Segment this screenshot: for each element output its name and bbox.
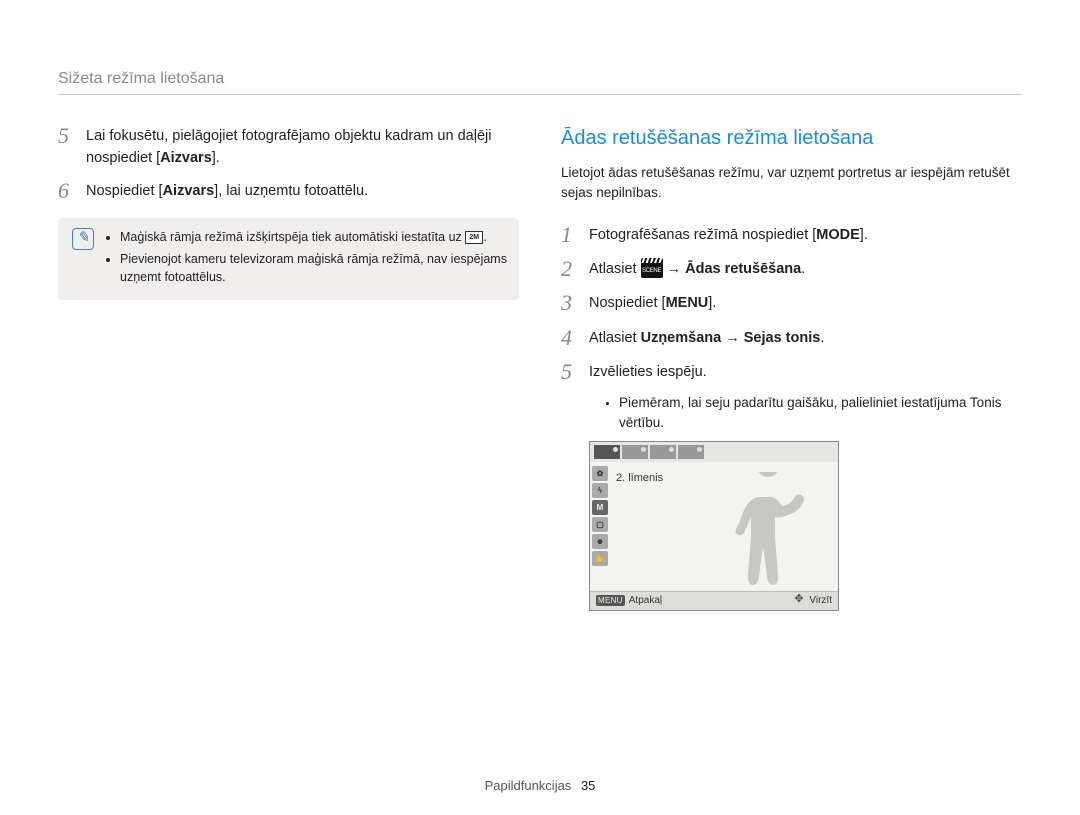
menu-tag: MENU	[596, 595, 625, 606]
step-number: 5	[58, 123, 86, 170]
button-label: Aizvars	[160, 150, 212, 166]
example-list: Piemēram, lai seju padarītu gaišāku, pal…	[589, 393, 1022, 432]
step-5r: 5 Izvēlieties iespēju.	[561, 359, 1022, 385]
text: Izvēlieties iespēju.	[589, 364, 707, 380]
tone-preset-icon	[594, 445, 620, 459]
move-group: Virzīt	[795, 593, 832, 608]
section-header: Sižeta režīma lietošana	[58, 70, 1022, 95]
camera-screen-illustration: 2. līmenis ✿ ϟ M ▢ ☻ ✋ MENU Atpakaļ	[589, 441, 839, 611]
screen-bottom-bar: MENU Atpakaļ Virzīt	[590, 591, 838, 610]
step-5: 5 Lai fokusētu, pielāgojiet fotografējam…	[58, 123, 519, 170]
screen-side-icons: ✿ ϟ M ▢ ☻ ✋	[592, 466, 610, 566]
note-item: Maģiskā rāmja režīmā izšķirtspēja tiek a…	[120, 228, 507, 246]
right-column: Ādas retušēšanas režīma lietošana Lietoj…	[561, 123, 1022, 611]
text: ].	[860, 227, 868, 243]
text: .	[801, 261, 805, 277]
button-label: MODE	[816, 227, 860, 243]
step-6: 6 Nospiediet [Aizvars], lai uzņemtu foto…	[58, 178, 519, 204]
text: Fotografēšanas režīmā nospiediet [	[589, 227, 816, 243]
text: Nospiediet [	[86, 183, 163, 199]
text: ].	[708, 295, 716, 311]
info-icon: ✎	[72, 228, 94, 250]
arrow: →	[663, 261, 686, 277]
step-text: Fotografēšanas režīmā nospiediet [MODE].	[589, 222, 1022, 248]
option-label: Sejas tonis	[744, 330, 821, 346]
note-box: ✎ Maģiskā rāmja režīmā izšķirtspēja tiek…	[58, 218, 519, 300]
step-number: 2	[561, 256, 589, 282]
note-list: Maģiskā rāmja režīmā izšķirtspēja tiek a…	[106, 228, 507, 290]
step-text: Nospiediet [MENU].	[589, 290, 1022, 316]
focus-icon: ▢	[592, 517, 608, 532]
text: .	[820, 330, 824, 346]
step-text: Atlasiet SCENE → Ādas retušēšana.	[589, 256, 1022, 282]
step-2: 2 Atlasiet SCENE → Ādas retušēšana.	[561, 256, 1022, 282]
subsection-heading: Ādas retušēšanas režīma lietošana	[561, 123, 1022, 153]
metering-icon: M	[592, 500, 608, 515]
text: Atlasiet	[589, 330, 641, 346]
option-label: Ādas retušēšana	[685, 261, 801, 277]
step-1: 1 Fotografēšanas režīmā nospiediet [MODE…	[561, 222, 1022, 248]
text: ], lai uzņemtu fotoattēlu.	[214, 183, 368, 199]
step-text: Nospiediet [Aizvars], lai uzņemtu fotoat…	[86, 178, 519, 204]
step-number: 4	[561, 325, 589, 351]
step-text: Atlasiet Uzņemšana → Sejas tonis.	[589, 325, 1022, 351]
step-text: Izvēlieties iespēju.	[589, 359, 1022, 385]
move-label: Virzīt	[809, 595, 832, 606]
stabilize-icon: ✋	[592, 551, 608, 566]
page-footer: Papildfunkcijas 35	[0, 778, 1080, 793]
step-number: 3	[561, 290, 589, 316]
flash-icon: ϟ	[592, 483, 608, 498]
face-icon: ☻	[592, 534, 608, 549]
dpad-icon	[795, 593, 805, 603]
page-number: 35	[581, 778, 595, 793]
screen-top-row	[590, 442, 838, 462]
step-number: 5	[561, 359, 589, 385]
step-number: 1	[561, 222, 589, 248]
left-column: 5 Lai fokusētu, pielāgojiet fotografējam…	[58, 123, 519, 611]
text: Pievienojot kameru televizoram maģiskā r…	[120, 252, 507, 284]
tone-preset-icon	[650, 445, 676, 459]
example-item: Piemēram, lai seju padarītu gaišāku, pal…	[619, 393, 1022, 432]
step-number: 6	[58, 178, 86, 204]
text: Maģiskā rāmja režīmā izšķirtspēja tiek a…	[120, 230, 465, 244]
step-4: 4 Atlasiet Uzņemšana → Sejas tonis.	[561, 325, 1022, 351]
intro-text: Lietojot ādas retušēšanas režīmu, var uz…	[561, 163, 1022, 204]
back-label: Atpakaļ	[629, 595, 662, 606]
option-label: Uzņemšana	[641, 330, 722, 346]
arrow: →	[721, 330, 744, 346]
step-text: Lai fokusētu, pielāgojiet fotografējamo …	[86, 123, 519, 170]
scene-icon: SCENE	[641, 260, 663, 278]
button-label: Aizvars	[163, 183, 215, 199]
text: ].	[212, 150, 220, 166]
note-item: Pievienojot kameru televizoram maģiskā r…	[120, 250, 507, 286]
footer-label: Papildfunkcijas	[485, 778, 572, 793]
back-group: MENU Atpakaļ	[596, 593, 662, 608]
step-3: 3 Nospiediet [MENU].	[561, 290, 1022, 316]
level-label: 2. līmenis	[616, 470, 663, 487]
text: Atlasiet	[589, 261, 641, 277]
tone-preset-icon	[622, 445, 648, 459]
text: .	[483, 230, 486, 244]
resolution-icon: 2M	[465, 231, 483, 244]
person-silhouette	[728, 472, 808, 592]
text: Nospiediet [	[589, 295, 666, 311]
button-label: MENU	[666, 295, 709, 311]
tone-preset-icon	[678, 445, 704, 459]
mode-icon: ✿	[592, 466, 608, 481]
text: Lai fokusētu, pielāgojiet fotografējamo …	[86, 128, 491, 166]
